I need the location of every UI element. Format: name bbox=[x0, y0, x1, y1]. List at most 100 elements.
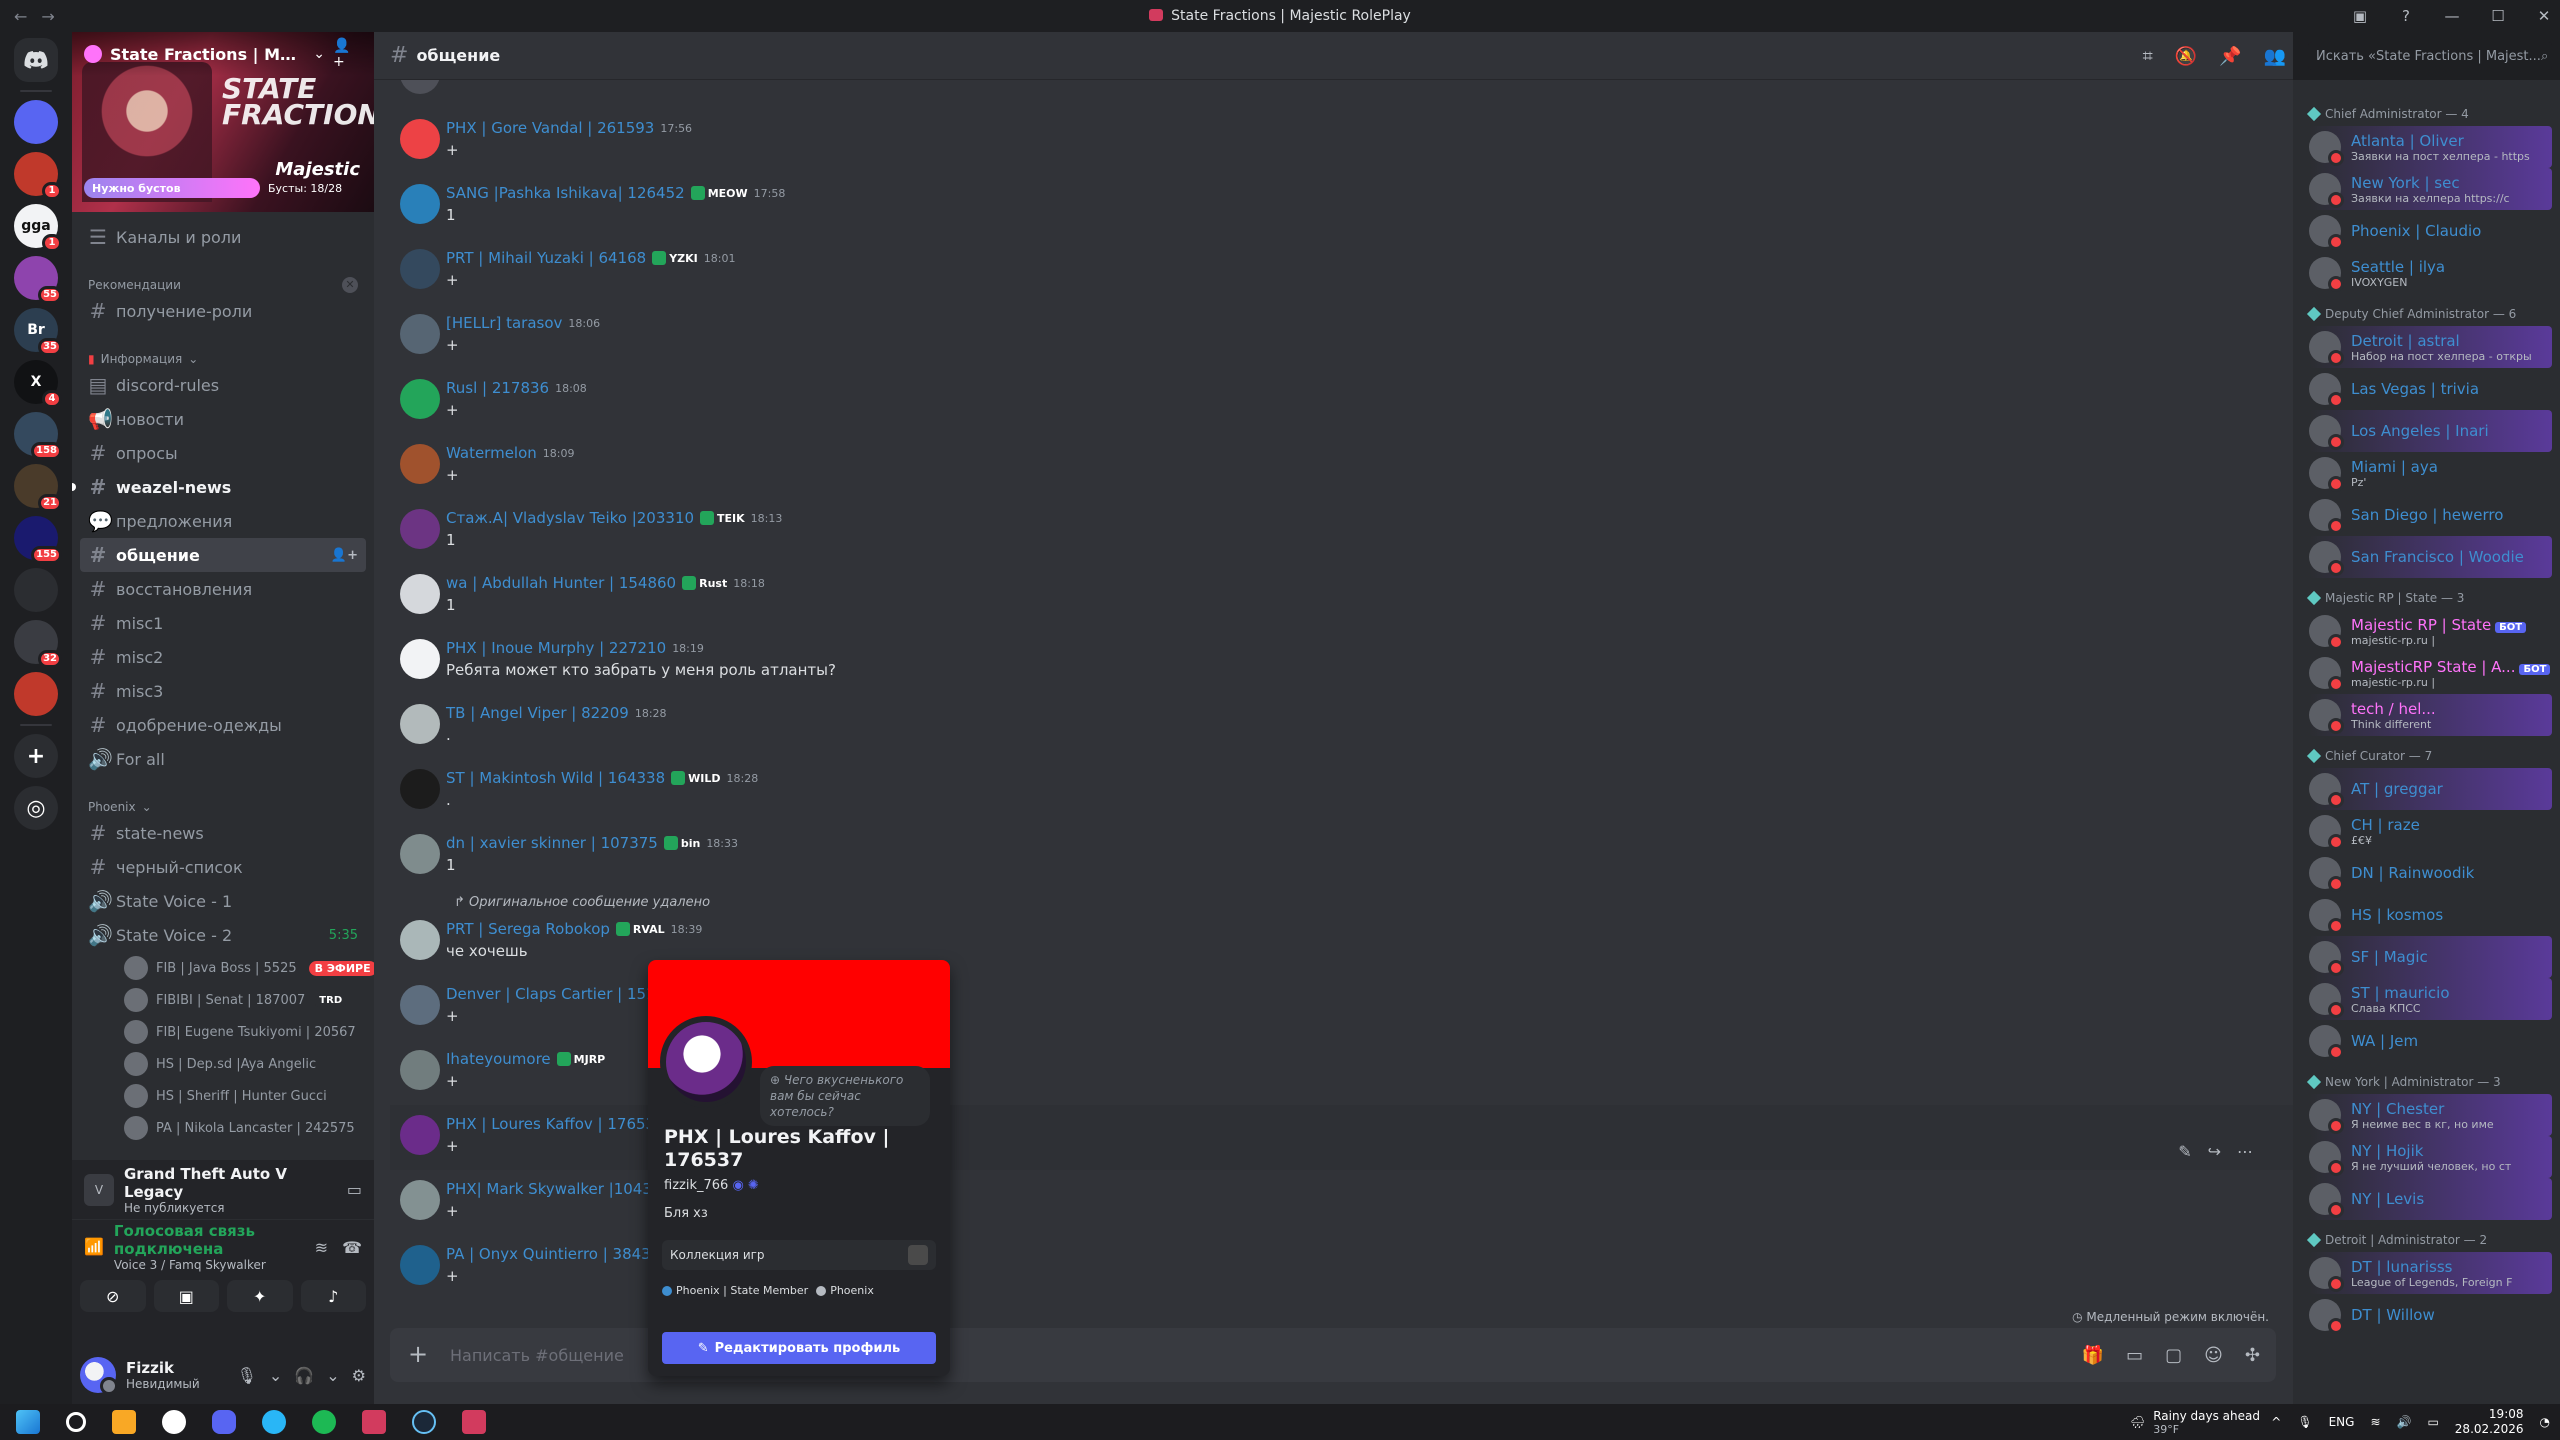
member-item[interactable]: AT | greggar bbox=[2309, 768, 2552, 810]
profile-avatar[interactable] bbox=[660, 1016, 752, 1108]
voice-user[interactable]: HS | Dep.sd |Aya Angelic bbox=[80, 1048, 366, 1080]
member-item[interactable]: Miami | aya Pz' bbox=[2309, 452, 2552, 494]
channels-and-roles[interactable]: ☰ Каналы и роли bbox=[80, 220, 366, 254]
edit-profile-button[interactable]: ✎ Редактировать профиль bbox=[662, 1332, 936, 1364]
category-phoenix[interactable]: Phoenix ⌄ bbox=[80, 788, 366, 816]
server-icon[interactable]: 21 bbox=[14, 464, 62, 512]
member-item[interactable]: Las Vegas | trivia bbox=[2309, 368, 2552, 410]
message-author[interactable]: PHX| Mark Skywalker |104382 bbox=[446, 1180, 671, 1198]
soundboard-button[interactable]: ♪ bbox=[300, 1280, 366, 1312]
member-item[interactable]: Los Angeles | Inari bbox=[2309, 410, 2552, 452]
channel-item[interactable]: # misc3 bbox=[80, 674, 366, 708]
forward-icon[interactable]: ↪ bbox=[2208, 1142, 2221, 1161]
message[interactable]: wa | Abdullah Hunter | 154860 Rust 18:18 1 bbox=[390, 564, 2293, 629]
gift-icon[interactable]: 🎁 bbox=[2082, 1345, 2104, 1366]
member-item[interactable]: DT | Willow bbox=[2309, 1294, 2552, 1336]
channel-item[interactable]: 🔊 State Voice - 1 bbox=[80, 884, 366, 918]
search-input[interactable]: Искать «State Fractions | Majest... ⌕ bbox=[2308, 42, 2552, 70]
avatar[interactable] bbox=[400, 444, 440, 484]
activities-button[interactable]: ✦ bbox=[227, 1280, 293, 1312]
message[interactable]: Стаж.A| Vladyslav Teiko |203310 TEIK 18:13… bbox=[390, 499, 2293, 564]
server-icon[interactable]: X4 bbox=[14, 360, 62, 408]
spotify-icon[interactable] bbox=[312, 1410, 336, 1434]
avatar[interactable] bbox=[400, 574, 440, 614]
windows-start-icon[interactable] bbox=[16, 1410, 40, 1434]
message-author[interactable]: dn | xavier skinner | 107375 bbox=[446, 834, 658, 852]
avatar[interactable] bbox=[400, 1245, 440, 1285]
notifications-muted-icon[interactable]: 🔕 bbox=[2175, 46, 2197, 67]
channel-item[interactable]: # одобрение-одежды bbox=[80, 708, 366, 742]
current-user[interactable]: Fizzik Невидимый 🎙 ⌄ 🎧 ⌄ ⚙ bbox=[72, 1346, 374, 1404]
avatar[interactable] bbox=[400, 1115, 440, 1155]
message[interactable]: TB | Angel Viper | 82209 18:28. bbox=[390, 694, 2293, 759]
steam-icon[interactable] bbox=[412, 1410, 436, 1434]
role-pill[interactable]: Phoenix bbox=[816, 1284, 874, 1297]
clock[interactable]: 19:08 28.02.2026 bbox=[2455, 1407, 2524, 1437]
avatar[interactable] bbox=[400, 639, 440, 679]
avatar[interactable] bbox=[400, 80, 440, 94]
avatar[interactable] bbox=[400, 1180, 440, 1220]
channel-item[interactable]: # state-news bbox=[80, 816, 366, 850]
channel-item[interactable]: 🔊 State Voice - 2 5:35 bbox=[80, 918, 366, 952]
custom-status[interactable]: ⊕ Чего вкусненького вам бы сейчас хотело… bbox=[760, 1066, 930, 1126]
close-icon[interactable]: ✕ bbox=[2534, 7, 2554, 25]
message-author[interactable]: PA | Onyx Quintierro | 38438 bbox=[446, 1245, 660, 1263]
language-indicator[interactable]: ENG bbox=[2329, 1415, 2355, 1429]
member-item[interactable]: San Francisco | Woodie bbox=[2309, 536, 2552, 578]
server-icon[interactable] bbox=[14, 672, 58, 716]
game-launcher-icon[interactable] bbox=[362, 1410, 386, 1434]
channel-get-roles[interactable]: # получение-роли bbox=[80, 294, 366, 328]
sticker-icon[interactable]: ▢ bbox=[2165, 1345, 2182, 1366]
member-item[interactable]: NY | Chester Я неиме вес в кг, но име bbox=[2309, 1094, 2552, 1136]
discord-taskbar-icon[interactable] bbox=[212, 1410, 236, 1434]
server-icon[interactable]: gga 1 bbox=[14, 204, 62, 252]
gif-icon[interactable]: ▭ bbox=[2126, 1345, 2143, 1366]
category-recommendations[interactable]: Рекомендации ✕ bbox=[80, 266, 366, 294]
message-author[interactable]: PHX | Gore Vandal | 261593 bbox=[446, 119, 654, 137]
message-author[interactable]: Watermelon bbox=[446, 444, 537, 462]
maximize-icon[interactable]: ☐ bbox=[2488, 7, 2508, 25]
member-item[interactable]: Detroit | astral Набор на пост хелпера - … bbox=[2309, 326, 2552, 368]
message[interactable]: PHX | Inoue Murphy | 227210 18:19 Ребята м… bbox=[390, 629, 2293, 694]
voice-user[interactable]: HS | Sheriff | Hunter Gucci bbox=[80, 1080, 366, 1112]
message[interactable]: PRT | Mihail Yuzaki | 64168 YZKI 18:01 + bbox=[390, 239, 2293, 304]
avatar[interactable] bbox=[400, 509, 440, 549]
message-author[interactable]: wa | Abdullah Hunter | 154860 bbox=[446, 574, 676, 592]
voice-user[interactable]: PA | Nikola Lancaster | 242575 bbox=[80, 1112, 366, 1144]
member-item[interactable]: NY | Levis bbox=[2309, 1178, 2552, 1220]
member-item[interactable]: San Diego | hewerro bbox=[2309, 494, 2552, 536]
message[interactable]: PHX | Gore Vandal | 261593 17:56 + bbox=[390, 109, 2293, 174]
message-author[interactable]: PHX | Loures Kaffov | 176537 bbox=[446, 1115, 665, 1133]
message[interactable]: Rusl | 217836 18:08 + bbox=[390, 369, 2293, 434]
message[interactable]: Watermelon 18:09 + bbox=[390, 434, 2293, 499]
member-item[interactable]: HS | kosmos bbox=[2309, 894, 2552, 936]
member-item[interactable]: New York | sec Заявки на хелпера https://… bbox=[2309, 168, 2552, 210]
message[interactable]: [HELLr] tarasov 18:06 + bbox=[390, 304, 2293, 369]
member-item[interactable]: Atlanta | Oliver Заявки на пост хелпера -… bbox=[2309, 126, 2552, 168]
chevron-down-icon[interactable]: ⌄ bbox=[313, 46, 325, 62]
channel-item[interactable]: 🔊 For all bbox=[80, 742, 366, 776]
voice-user[interactable]: FIB | Java Boss | 5525 В ЭФИРЕ bbox=[80, 952, 374, 984]
wifi-icon[interactable]: ≋ bbox=[2370, 1415, 2380, 1429]
boost-progress[interactable]: Нужно бустов Бусты: 18/28 bbox=[84, 176, 362, 200]
server-icon[interactable]: Br 35 bbox=[14, 308, 62, 356]
member-item[interactable]: NY | Hojik Я не лучший человек, но ст bbox=[2309, 1136, 2552, 1178]
member-list-icon[interactable]: 👥 bbox=[2264, 46, 2286, 67]
add-server-icon[interactable]: + bbox=[14, 734, 58, 778]
microphone-icon[interactable]: 🎙 bbox=[237, 1366, 257, 1385]
member-item[interactable]: Majestic RP | State БОТ majestic-rp.ru | bbox=[2309, 610, 2552, 652]
message-author[interactable]: [HELLr] tarasov bbox=[446, 314, 562, 332]
server-icon[interactable]: 32 bbox=[14, 620, 62, 668]
member-item[interactable]: DT | lunarisss League of Legends, Foreign… bbox=[2309, 1252, 2552, 1294]
game-collection[interactable]: Коллекция игр bbox=[662, 1240, 936, 1270]
server-banner[interactable]: STATE FRACTIONS Majestic State Fractions… bbox=[72, 32, 374, 212]
avatar[interactable] bbox=[400, 314, 440, 354]
message-author[interactable]: ST | Makintosh Wild | 164338 bbox=[446, 769, 665, 787]
discord-home-icon[interactable] bbox=[14, 38, 58, 82]
message-author[interactable]: PHX | Inoue Murphy | 227210 bbox=[446, 639, 666, 657]
avatar[interactable] bbox=[400, 920, 440, 960]
mic-icon[interactable]: 🎙 bbox=[2297, 1415, 2312, 1429]
member-item[interactable]: tech / hel... Think different bbox=[2309, 694, 2552, 736]
channel-item[interactable]: 💬 предложения bbox=[80, 504, 366, 538]
member-item[interactable]: SF | Magic bbox=[2309, 936, 2552, 978]
